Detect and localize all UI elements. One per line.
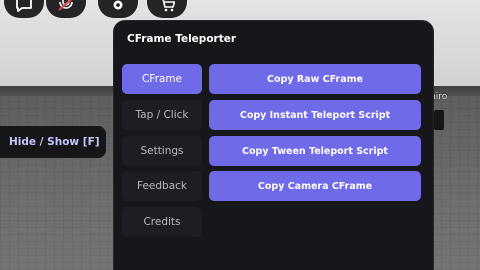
tab-settings[interactable]: Settings — [122, 136, 202, 166]
voice-mic-icon — [57, 0, 75, 12]
cframe-teleporter-panel: CFrame Teleporter CFrame Tap / Click Set… — [113, 20, 434, 270]
tab-label: Tap / Click — [135, 109, 189, 121]
copy-tween-teleport-script-button[interactable]: Copy Tween Teleport Script — [209, 136, 421, 166]
tab-credits[interactable]: Credits — [122, 207, 202, 237]
button-label: Copy Raw CFrame — [267, 73, 363, 85]
tab-label: Credits — [143, 216, 181, 228]
tab-tap-click[interactable]: Tap / Click — [122, 100, 202, 130]
player-avatar — [434, 110, 444, 130]
copy-raw-cframe-button[interactable]: Copy Raw CFrame — [209, 64, 421, 94]
copy-instant-teleport-script-button[interactable]: Copy Instant Teleport Script — [209, 100, 421, 130]
copy-camera-cframe-button[interactable]: Copy Camera CFrame — [209, 171, 421, 201]
panel-title: CFrame Teleporter — [127, 33, 237, 45]
tab-label: Feedback — [136, 180, 187, 192]
tab-label: Settings — [140, 145, 184, 157]
hide-show-toggle-button[interactable]: Hide / Show [F] — [0, 126, 106, 158]
cart-icon — [159, 0, 175, 12]
button-label: Copy Camera CFrame — [257, 180, 373, 192]
settings-gear-icon — [110, 0, 126, 12]
chat-icon — [15, 0, 33, 12]
button-label: Copy Tween Teleport Script — [242, 145, 388, 157]
hide-show-label: Hide / Show [F] — [9, 136, 100, 148]
tab-label: CFrame — [141, 73, 183, 85]
button-label: Copy Instant Teleport Script — [239, 109, 391, 121]
tab-feedback[interactable]: Feedback — [122, 171, 202, 201]
tab-cframe[interactable]: CFrame — [122, 64, 202, 94]
